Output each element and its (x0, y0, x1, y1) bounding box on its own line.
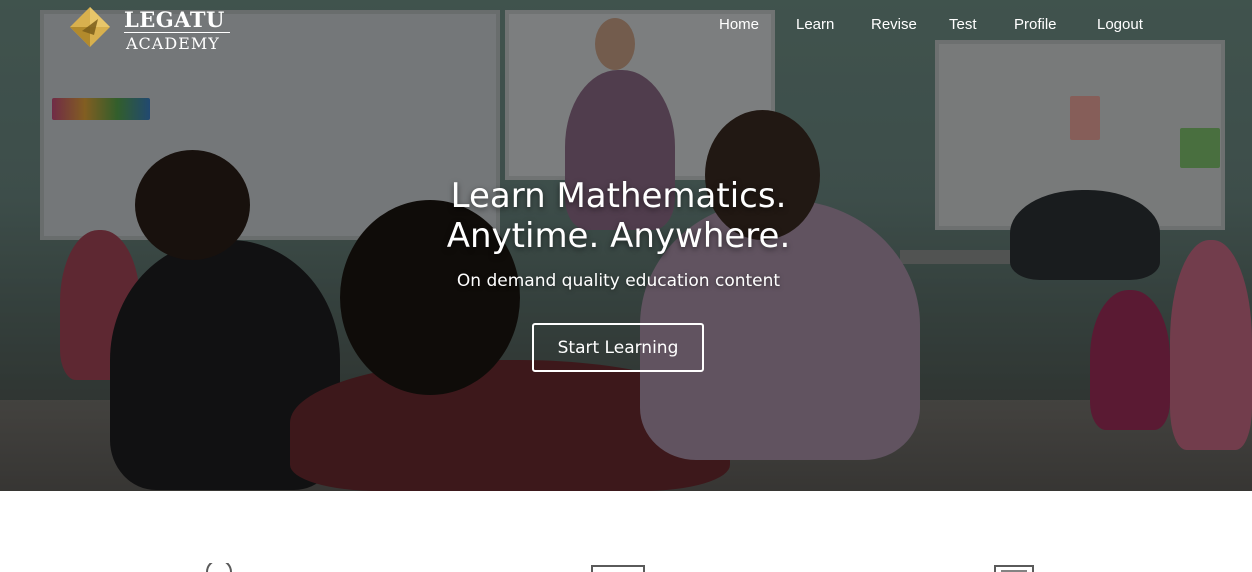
nav-logout-link[interactable]: Logout (1097, 16, 1143, 33)
hero-section: LEGATU ACADEMY Home Learn Revise Test Pr… (0, 0, 1252, 491)
main-navigation: Home Learn Revise Test Profile Logout (0, 16, 1252, 36)
nav-home-link[interactable]: Home (719, 16, 759, 33)
search-icon (206, 563, 232, 572)
start-learning-button[interactable]: Start Learning (532, 323, 704, 372)
nav-learn-link[interactable]: Learn (796, 16, 834, 33)
document-icon (994, 565, 1034, 572)
nav-test-link[interactable]: Test (949, 16, 977, 33)
hero-title-line-1: Learn Mathematics. (450, 176, 787, 216)
nav-profile-link[interactable]: Profile (1014, 16, 1057, 33)
book-icon (591, 565, 645, 572)
logo-subtitle: ACADEMY (126, 34, 220, 53)
hero-subtitle: On demand quality education content (456, 271, 781, 291)
nav-revise-link[interactable]: Revise (871, 16, 917, 33)
hero-title-line-2: Anytime. Anywhere. (446, 216, 791, 256)
